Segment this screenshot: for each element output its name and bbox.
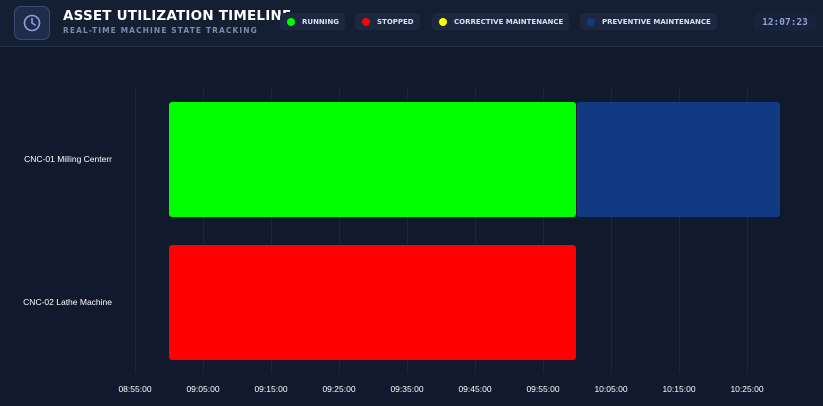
legend-item-preventive: PREVENTIVE MAINTENANCE	[580, 13, 717, 30]
timeline-segment-running[interactable]	[169, 102, 576, 217]
legend-dot-corrective	[439, 17, 447, 26]
legend-item-running: RUNNING	[280, 13, 345, 30]
legend-label-running: RUNNING	[302, 17, 339, 26]
legend-label-corrective: CORRECTIVE MAINTENANCE	[454, 17, 564, 26]
x-tick-label: 08:55:00	[118, 384, 152, 394]
x-tick-label: 10:15:00	[662, 384, 696, 394]
timeline-segment-preventive-maintenance[interactable]	[577, 102, 780, 217]
logo-button[interactable]	[14, 6, 50, 40]
header-bar: ASSET UTILIZATION TIMELINE REAL-TIME MAC…	[0, 0, 823, 47]
page-subtitle: REAL-TIME MACHINE STATE TRACKING	[63, 26, 258, 35]
app-window: ASSET UTILIZATION TIMELINE REAL-TIME MAC…	[0, 0, 823, 406]
x-tick-label: 09:35:00	[390, 384, 424, 394]
legend-item-stopped: STOPPED	[355, 13, 420, 30]
page-title: ASSET UTILIZATION TIMELINE	[63, 8, 292, 24]
x-tick-label: 09:45:00	[458, 384, 492, 394]
x-tick-label: 09:05:00	[186, 384, 220, 394]
machine-label: CNC-02 Lathe Machine	[23, 296, 112, 307]
x-tick-label: 09:15:00	[254, 384, 288, 394]
timeline-segment-stopped[interactable]	[169, 245, 576, 360]
legend-dot-running	[287, 17, 295, 26]
legend-item-corrective: CORRECTIVE MAINTENANCE	[432, 13, 570, 30]
x-tick-label: 09:55:00	[526, 384, 560, 394]
clock-icon	[23, 14, 41, 32]
legend-label-stopped: STOPPED	[377, 17, 414, 26]
x-tick-label: 10:05:00	[594, 384, 628, 394]
x-tick-label: 10:25:00	[730, 384, 764, 394]
legend-dot-stopped	[362, 17, 370, 26]
legend-dot-preventive	[587, 17, 595, 26]
clock-display: 12:07:23	[754, 13, 816, 31]
gridline	[135, 88, 136, 374]
machine-label: CNC-01 Milling Centerr	[24, 153, 112, 164]
x-tick-label: 09:25:00	[322, 384, 356, 394]
legend-label-preventive: PREVENTIVE MAINTENANCE	[602, 17, 711, 26]
